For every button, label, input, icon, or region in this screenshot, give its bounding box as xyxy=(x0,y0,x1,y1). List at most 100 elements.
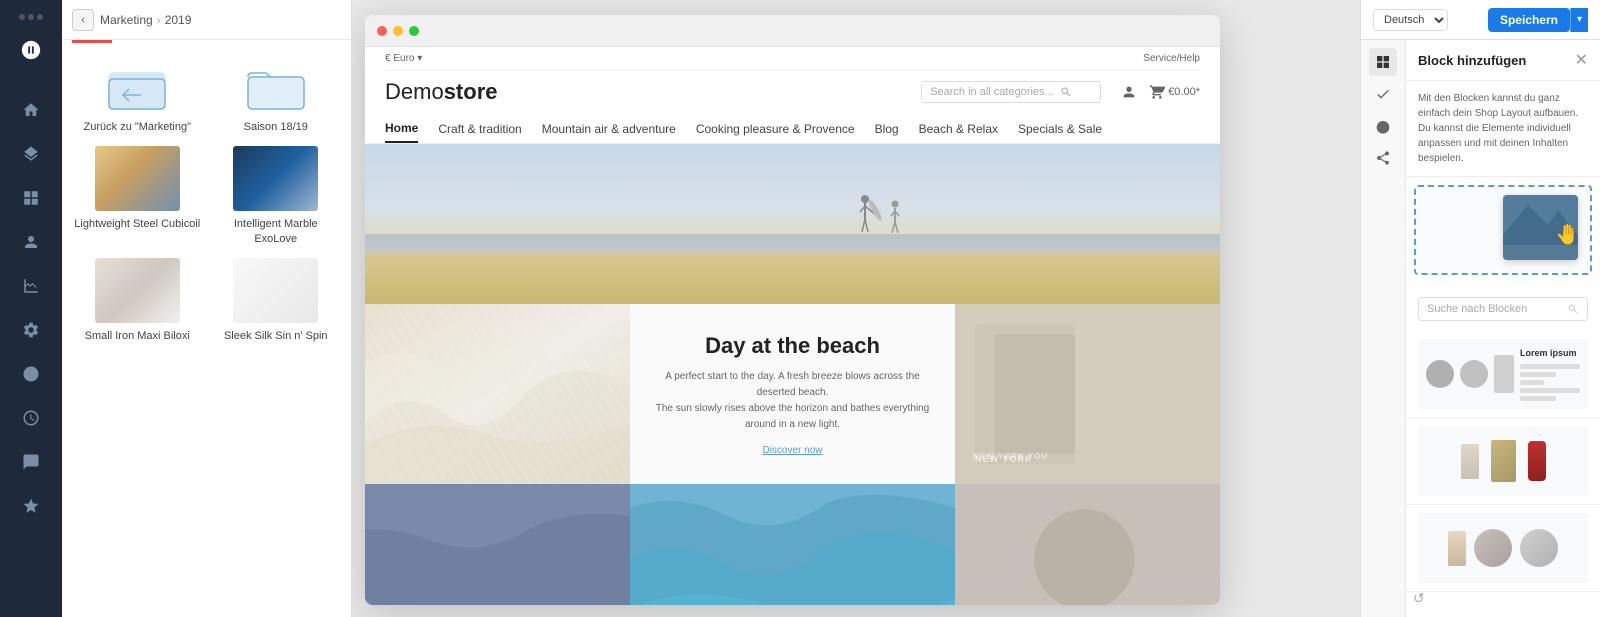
breadcrumb-root: Marketing xyxy=(100,13,153,27)
discover-link[interactable]: Discover now xyxy=(762,445,822,456)
store-search[interactable]: Search in all categories... xyxy=(921,81,1101,103)
preview-line-4 xyxy=(1520,388,1580,393)
product-img-cream xyxy=(1461,444,1479,479)
save-button[interactable]: Speichern xyxy=(1488,8,1570,32)
product-item-1 xyxy=(1461,444,1479,479)
sidebar-logo[interactable] xyxy=(13,32,49,68)
water-image xyxy=(630,484,955,605)
store-service[interactable]: Service/Help xyxy=(1143,53,1200,64)
account-icon[interactable] xyxy=(1121,84,1137,100)
breadcrumb-current: 2019 xyxy=(165,13,192,27)
preview-sunglass-2 xyxy=(1460,360,1488,388)
store-currency: € Euro ▾ xyxy=(385,53,422,64)
product-item-3 xyxy=(1528,441,1546,481)
file-item-beach[interactable]: Lightweight Steel Cubicoil xyxy=(74,146,201,246)
save-dropdown-btn[interactable]: ▾ xyxy=(1570,8,1588,32)
drop-zone[interactable]: 🤚 xyxy=(1414,185,1592,275)
preview-line-1 xyxy=(1520,364,1580,369)
file-panel: Marketing › 2019 Zurück zu "Marketing" xyxy=(62,0,352,617)
nav-craft[interactable]: Craft & tradition xyxy=(438,122,521,142)
product-tall-1 xyxy=(1448,531,1466,566)
tool-check-icon[interactable] xyxy=(1369,80,1397,108)
beach-title: Day at the beach xyxy=(705,333,880,359)
svg-text:NEW YORK YOU: NEW YORK YOU xyxy=(973,452,1048,461)
cart-area[interactable]: €0.00* xyxy=(1149,84,1200,100)
store-logo: Demostore xyxy=(385,79,497,105)
file-thumb-person xyxy=(95,258,180,323)
folder-back-icon xyxy=(102,59,172,114)
file-label-person: Small Iron Maxi Biloxi xyxy=(85,329,190,343)
drop-zone-area: 🤚 xyxy=(1406,177,1600,287)
nav-home[interactable]: Home xyxy=(385,121,418,143)
sidebar-star-icon[interactable] xyxy=(12,487,50,525)
file-label-silk: Sleek Silk Sin n' Spin xyxy=(224,329,328,343)
file-item-silk[interactable]: Sleek Silk Sin n' Spin xyxy=(213,258,340,343)
store-main-nav: Demostore Search in all categories... €0… xyxy=(385,71,1200,113)
browser-close-btn[interactable] xyxy=(377,26,387,36)
sidebar-chat-icon[interactable] xyxy=(12,443,50,481)
sidebar-chart-icon[interactable] xyxy=(12,267,50,305)
language-select[interactable]: Deutsch English xyxy=(1373,9,1448,31)
tool-share-icon[interactable] xyxy=(1369,144,1397,172)
folder-icon xyxy=(241,59,311,114)
sidebar-clock-icon[interactable] xyxy=(12,399,50,437)
block-preview-1[interactable]: Lorem ipsum xyxy=(1406,331,1600,418)
file-item-folder[interactable]: Saison 18/19 xyxy=(213,59,340,134)
sidebar-user-icon[interactable] xyxy=(12,223,50,261)
sidebar-circle-icon[interactable] xyxy=(12,355,50,393)
sidebar-settings-icon[interactable] xyxy=(12,311,50,349)
file-back-label: Zurück zu "Marketing" xyxy=(84,120,191,134)
file-item-person[interactable]: Small Iron Maxi Biloxi xyxy=(74,258,201,343)
right-panel-tools xyxy=(1361,40,1405,180)
sand-dunes-image xyxy=(365,304,630,484)
block-preview-3[interactable] xyxy=(1406,505,1600,592)
nav-specials[interactable]: Specials & Sale xyxy=(1018,122,1102,142)
beach-center-col: Day at the beach A perfect start to the … xyxy=(630,304,955,484)
nav-cooking[interactable]: Cooking pleasure & Provence xyxy=(696,122,855,142)
nav-mountain[interactable]: Mountain air & adventure xyxy=(542,122,676,142)
browser-titlebar xyxy=(365,15,1220,47)
left-sidebar xyxy=(0,0,62,617)
file-label-wave: Intelligent Marble ExoLove xyxy=(213,217,340,246)
block-preview-inner-3 xyxy=(1418,513,1588,583)
sidebar-home-icon[interactable] xyxy=(12,91,50,129)
product-round-2 xyxy=(1520,529,1558,567)
sidebar-layers-icon[interactable] xyxy=(12,135,50,173)
browser-minimize-btn[interactable] xyxy=(393,26,403,36)
store-header: € Euro ▾ Service/Help Demostore Search i… xyxy=(365,47,1220,144)
file-item-back[interactable]: Zurück zu "Marketing" xyxy=(74,59,201,134)
block-preview-2[interactable] xyxy=(1406,418,1600,505)
block-panel-close[interactable]: ✕ xyxy=(1575,50,1588,70)
right-panel: Deutsch English Speichern ▾ Block hinzuf… xyxy=(1360,0,1600,617)
breadcrumb: Marketing › 2019 xyxy=(100,13,191,27)
browser-maximize-btn[interactable] xyxy=(409,26,419,36)
sidebar-grid-icon[interactable] xyxy=(12,179,50,217)
bottom-three-section xyxy=(365,484,1220,605)
block-description: Mit den Blocken kannst du ganz einfach d… xyxy=(1406,81,1600,177)
nav-beach[interactable]: Beach & Relax xyxy=(919,122,998,142)
file-grid: Zurück zu "Marketing" Saison 18/19 Light… xyxy=(62,43,351,359)
clothing-image: NEW YORK YOU xyxy=(955,304,1220,484)
block-panel-header: Block hinzufügen ✕ xyxy=(1406,40,1600,81)
block-panel-title: Block hinzufügen xyxy=(1418,53,1526,68)
store-top-bar: € Euro ▾ Service/Help xyxy=(385,47,1200,71)
lorem-title: Lorem ipsum xyxy=(1520,348,1580,358)
preview-text-lines: Lorem ipsum xyxy=(1520,348,1580,401)
reset-icon[interactable]: ↺ xyxy=(1413,590,1425,607)
nav-blog[interactable]: Blog xyxy=(875,122,899,142)
tool-camera-icon[interactable] xyxy=(1369,112,1397,140)
tool-blocks-icon[interactable] xyxy=(1369,48,1397,76)
breadcrumb-back-btn[interactable] xyxy=(72,9,94,31)
preview-bottle xyxy=(1494,355,1514,393)
block-preview-inner-1: Lorem ipsum xyxy=(1418,339,1588,409)
blue-textile-image xyxy=(365,484,630,605)
product-round-1 xyxy=(1474,529,1512,567)
block-preview-inner-2 xyxy=(1418,426,1588,496)
preview-sunglass-1 xyxy=(1426,360,1454,388)
block-search-placeholder: Suche nach Blocken xyxy=(1427,303,1527,315)
product-item-2 xyxy=(1491,440,1516,482)
file-item-wave[interactable]: Intelligent Marble ExoLove xyxy=(213,146,340,246)
cart-amount: €0.00* xyxy=(1168,86,1200,98)
block-search[interactable]: Suche nach Blocken xyxy=(1418,297,1588,321)
three-col-section: Day at the beach A perfect start to the … xyxy=(365,304,1220,484)
